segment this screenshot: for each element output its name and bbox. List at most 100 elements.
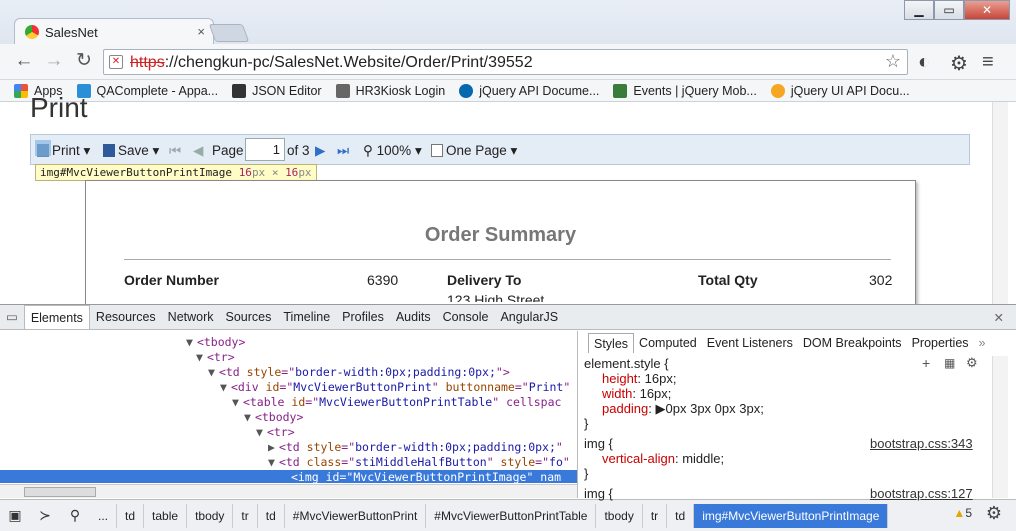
tab-properties[interactable]: Properties	[907, 333, 974, 353]
hscroll-thumb[interactable]	[24, 487, 96, 497]
breadcrumb-item[interactable]: tr	[233, 503, 258, 528]
maximize-button[interactable]: ▭	[934, 0, 964, 20]
dock-icon[interactable]: ▭	[0, 305, 24, 329]
page-number-input[interactable]: 1	[245, 138, 285, 161]
bookmark-jquery-mobile[interactable]: Events | jQuery Mob...	[613, 83, 757, 98]
tab-close-icon[interactable]: ×	[197, 24, 205, 39]
breadcrumb-item[interactable]: td	[258, 503, 285, 528]
tab-computed[interactable]: Computed	[634, 333, 702, 353]
bookmark-star-icon[interactable]: ☆	[885, 51, 901, 72]
dom-node-line[interactable]: ▼ <td style="border-width:0px;padding:0px…	[208, 365, 510, 380]
tab-styles[interactable]: Styles	[588, 333, 635, 353]
add-rule-icon[interactable]: +	[922, 355, 930, 371]
tab-network[interactable]: Network	[162, 305, 220, 329]
expand-toggle-icon[interactable]: ▼	[196, 350, 203, 364]
zoom-button[interactable]: ⚲ 100% ▾	[363, 143, 422, 159]
expand-toggle-icon[interactable]: ▼	[268, 455, 275, 469]
css-source-link[interactable]: bootstrap.css:343	[870, 436, 973, 451]
css-property[interactable]: padding: ▶0px 3px 0px 3px;	[602, 401, 764, 417]
expand-toggle-icon[interactable]: ▼	[208, 365, 215, 379]
warnings-indicator[interactable]: ▲5	[953, 506, 972, 520]
styles-gear-icon[interactable]: ⚙	[966, 355, 978, 371]
bookmark-jquery-ui[interactable]: jQuery UI API Docu...	[770, 83, 910, 98]
breadcrumb-item[interactable]: tr	[643, 503, 668, 528]
dom-node-line[interactable]: ▼ <tbody>	[186, 335, 245, 350]
expand-toggle-icon[interactable]: ▶	[268, 440, 275, 454]
dock-side-icon[interactable]: ▣	[0, 507, 30, 524]
bookmark-jquery-api[interactable]: jQuery API Docume...	[459, 83, 599, 98]
tab-audits[interactable]: Audits	[390, 305, 437, 329]
tab-dom-breakpoints[interactable]: DOM Breakpoints	[798, 333, 907, 353]
tab-console[interactable]: Console	[437, 305, 495, 329]
expand-toggle-icon[interactable]: ▼	[232, 395, 239, 409]
tab-angularjs[interactable]: AngularJS	[494, 305, 564, 329]
dom-node-line[interactable]: ▼ <tbody>	[244, 410, 303, 425]
bookmark-json-editor[interactable]: JSON Editor	[232, 83, 322, 98]
browser-tab[interactable]: SalesNet ×	[14, 18, 214, 46]
extension-c-icon[interactable]: ◐	[918, 51, 930, 74]
expand-toggle-icon[interactable]: ▼	[256, 425, 263, 439]
back-arrow-icon[interactable]: ←	[12, 50, 36, 74]
bookmark-qacomplete[interactable]: QAComplete - Appa...	[76, 83, 218, 98]
devtools-close-icon[interactable]: ✕	[994, 310, 1004, 325]
expand-toggle-icon[interactable]: ▼	[220, 380, 227, 394]
bookmark-hr3kiosk[interactable]: HR3Kiosk Login	[335, 83, 445, 98]
tab-event-listeners[interactable]: Event Listeners	[702, 333, 798, 353]
save-button[interactable]: Save ▾	[103, 143, 159, 159]
dom-node-line[interactable]: <img id="MvcViewerButtonPrintImage" nam	[0, 470, 577, 483]
more-tabs-icon[interactable]: »	[974, 333, 991, 353]
address-bar[interactable]: ✕ https://chengkun-pc/SalesNet.Website/O…	[103, 49, 908, 75]
page-scrollbar[interactable]	[992, 102, 1008, 304]
first-page-icon[interactable]: ⏮	[169, 143, 181, 159]
save-icon	[103, 144, 115, 157]
breadcrumb-item[interactable]: #MvcViewerButtonPrintTable	[426, 503, 597, 528]
breadcrumb-item[interactable]: img#MvcViewerButtonPrintImage	[694, 503, 889, 528]
view-mode-button[interactable]: One Page ▾	[431, 143, 517, 159]
dom-tree-hscrollbar[interactable]	[0, 484, 577, 498]
element-state-icon[interactable]: ▦	[944, 356, 955, 370]
tab-favicon-icon	[25, 25, 39, 39]
dom-node-line[interactable]: ▼ <table id="MvcViewerButtonPrintTable" c…	[232, 395, 561, 410]
styles-scrollbar[interactable]	[992, 356, 1008, 498]
search-icon[interactable]: ⚲	[60, 507, 90, 524]
last-page-icon[interactable]: ⏭	[337, 143, 349, 159]
prev-page-icon[interactable]: ◀	[193, 143, 203, 159]
tab-elements[interactable]: Elements	[23, 305, 90, 329]
dom-node-line[interactable]: ▶ <td style="border-width:0px;padding:0px…	[268, 440, 563, 455]
css-rule-selector[interactable]: element.style {	[584, 356, 669, 371]
tab-profiles[interactable]: Profiles	[336, 305, 390, 329]
minimize-button[interactable]: ▁	[904, 0, 934, 20]
breadcrumb-item[interactable]: #MvcViewerButtonPrint	[285, 503, 427, 528]
console-drawer-icon[interactable]: ≻	[30, 507, 60, 524]
dom-node-line[interactable]: ▼ <td class="stiMiddleHalfButton" style="…	[268, 455, 570, 470]
css-property[interactable]: height: 16px;	[602, 371, 676, 386]
menu-icon[interactable]: ≡	[982, 51, 994, 74]
css-property[interactable]: width: 16px;	[602, 386, 671, 401]
breadcrumb-item[interactable]: td	[667, 503, 695, 528]
css-property[interactable]: vertical-align: middle;	[602, 451, 724, 466]
css-rule-selector[interactable]: img {	[584, 436, 613, 451]
close-window-button[interactable]: ✕	[964, 0, 1010, 20]
css-source-link[interactable]: bootstrap.css:127	[870, 486, 973, 501]
breadcrumb-item[interactable]: ...	[90, 503, 118, 528]
breadcrumb-item[interactable]: td	[117, 503, 145, 528]
next-page-icon[interactable]: ▶	[315, 143, 325, 159]
expand-toggle-icon[interactable]: ▼	[186, 335, 193, 349]
reload-icon[interactable]: ↻	[72, 50, 96, 74]
css-rule-selector[interactable]: img {	[584, 486, 613, 501]
dom-node-line[interactable]: ▼ <tr>	[256, 425, 295, 440]
breadcrumb-item[interactable]: tbody	[596, 503, 643, 528]
dom-node-line[interactable]: ▼ <div id="MvcViewerButtonPrint" buttonna…	[220, 380, 570, 395]
new-tab-button[interactable]	[208, 24, 250, 42]
devtools-settings-icon[interactable]: ⚙	[986, 503, 1002, 524]
tab-sources[interactable]: Sources	[220, 305, 278, 329]
forward-arrow-icon[interactable]: →	[42, 50, 66, 74]
gear-icon[interactable]: ⚙	[950, 51, 968, 76]
tab-timeline[interactable]: Timeline	[277, 305, 336, 329]
breadcrumb-item[interactable]: tbody	[187, 503, 234, 528]
expand-toggle-icon[interactable]: ▼	[244, 410, 251, 424]
dom-node-line[interactable]: ▼ <tr>	[196, 350, 235, 365]
tab-resources[interactable]: Resources	[90, 305, 162, 329]
breadcrumb-item[interactable]: table	[144, 503, 188, 528]
report-viewer-toolbar: Print ▾ Save ▾ ⏮ ◀ Page 1 of 3 ▶ ⏭ ⚲ 100…	[30, 134, 970, 165]
